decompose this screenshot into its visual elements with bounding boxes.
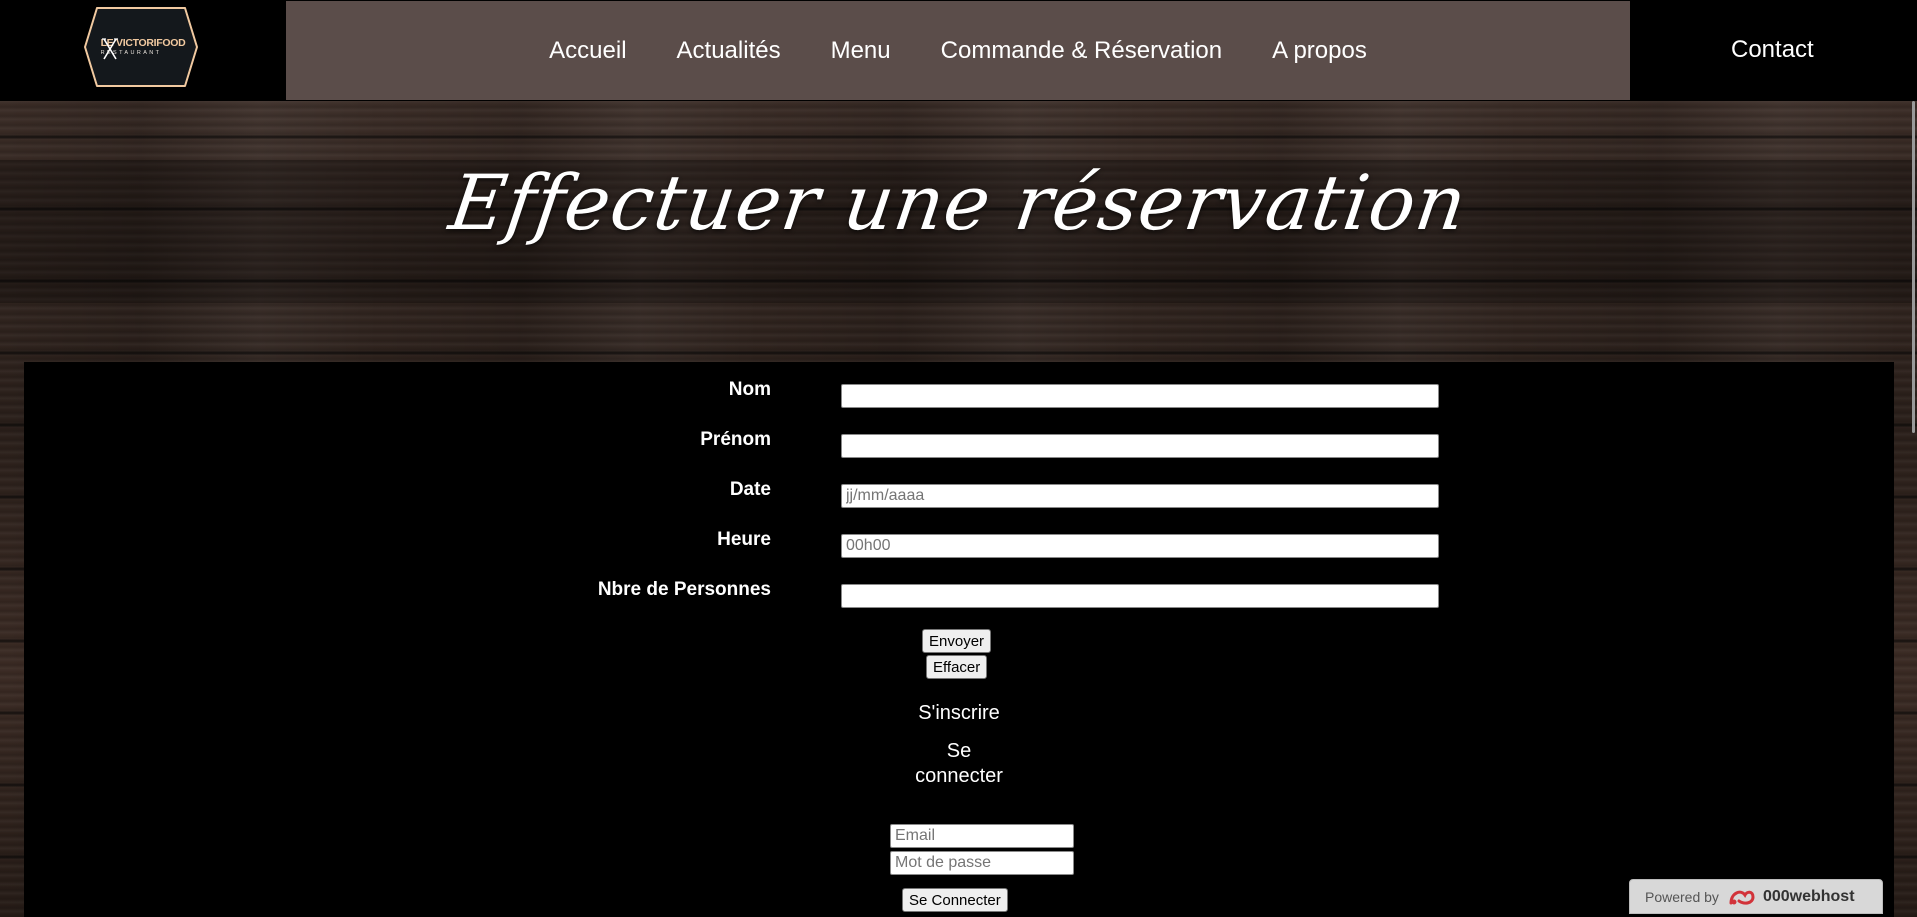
page-scrollbar[interactable] — [1905, 101, 1917, 917]
site-header: LE VICTORIFOOD RESTAURANT Accueil Actual… — [0, 0, 1917, 101]
webhost-logo-icon — [1729, 890, 1755, 905]
heure-input[interactable] — [841, 534, 1439, 558]
effacer-button[interactable]: Effacer — [926, 655, 988, 679]
nav-item-accueil[interactable]: Accueil — [524, 37, 651, 65]
webhost-brand: 000webhost — [1762, 887, 1855, 905]
date-input[interactable] — [841, 484, 1439, 508]
email-field[interactable] — [890, 824, 1074, 848]
field-label-date: Date — [729, 479, 771, 500]
nav-item-a-propos[interactable]: A propos — [1247, 37, 1392, 65]
page-title: Effectuer une réservation — [444, 158, 1473, 247]
powered-by-text: Powered by — [1645, 888, 1719, 905]
sinscrire-link[interactable]: S'inscrire — [904, 701, 1014, 726]
se-connecter-line-1: Se — [946, 740, 972, 762]
se-connecter-button[interactable]: Se Connecter — [902, 888, 1008, 912]
prenom-input[interactable] — [841, 434, 1439, 458]
field-label-heure: Heure — [717, 529, 771, 550]
field-label-nbre-personnes: Nbre de Personnes — [597, 579, 771, 600]
se-connecter-link[interactable]: Se connecter — [904, 739, 1014, 789]
reservation-panel: Nom Prénom Date Heure Nbre de Personnes … — [24, 362, 1894, 917]
restaurant-logo[interactable]: LE VICTORIFOOD RESTAURANT — [83, 6, 199, 88]
main-nav: Accueil Actualités Menu Commande & Réser… — [286, 1, 1630, 100]
nbre-personnes-input[interactable] — [841, 584, 1439, 608]
nav-item-contact[interactable]: Contact — [1731, 36, 1814, 64]
password-field[interactable] — [890, 851, 1074, 875]
envoyer-button[interactable]: Envoyer — [922, 629, 992, 653]
se-connecter-line-2: connecter — [915, 765, 1003, 787]
fork-knife-icon — [101, 38, 118, 60]
nav-item-commande-reservation[interactable]: Commande & Réservation — [916, 37, 1247, 65]
scrollbar-thumb[interactable] — [1912, 101, 1915, 433]
nav-item-menu[interactable]: Menu — [806, 37, 916, 65]
field-label-nom: Nom — [728, 379, 771, 400]
field-label-prenom: Prénom — [700, 429, 771, 450]
powered-by-badge[interactable]: Powered by 000webhost — [1629, 879, 1883, 914]
nav-item-actualites[interactable]: Actualités — [652, 37, 806, 65]
nom-input[interactable] — [841, 384, 1439, 408]
